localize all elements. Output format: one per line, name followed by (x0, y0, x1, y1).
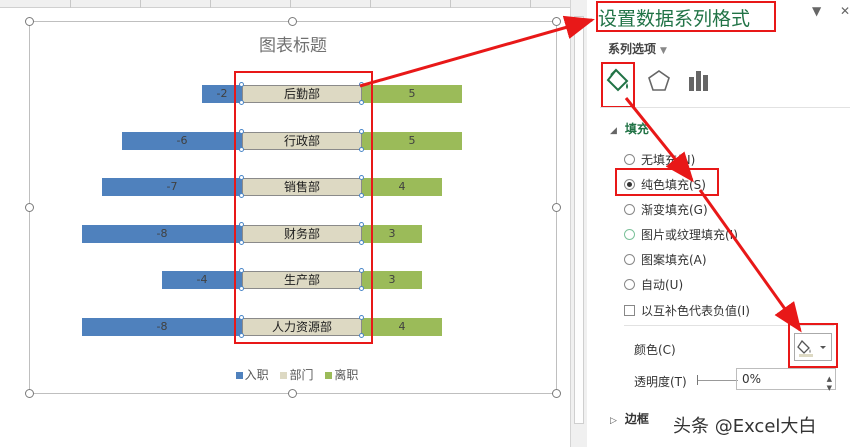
annotation-arrows (359, 15, 802, 333)
